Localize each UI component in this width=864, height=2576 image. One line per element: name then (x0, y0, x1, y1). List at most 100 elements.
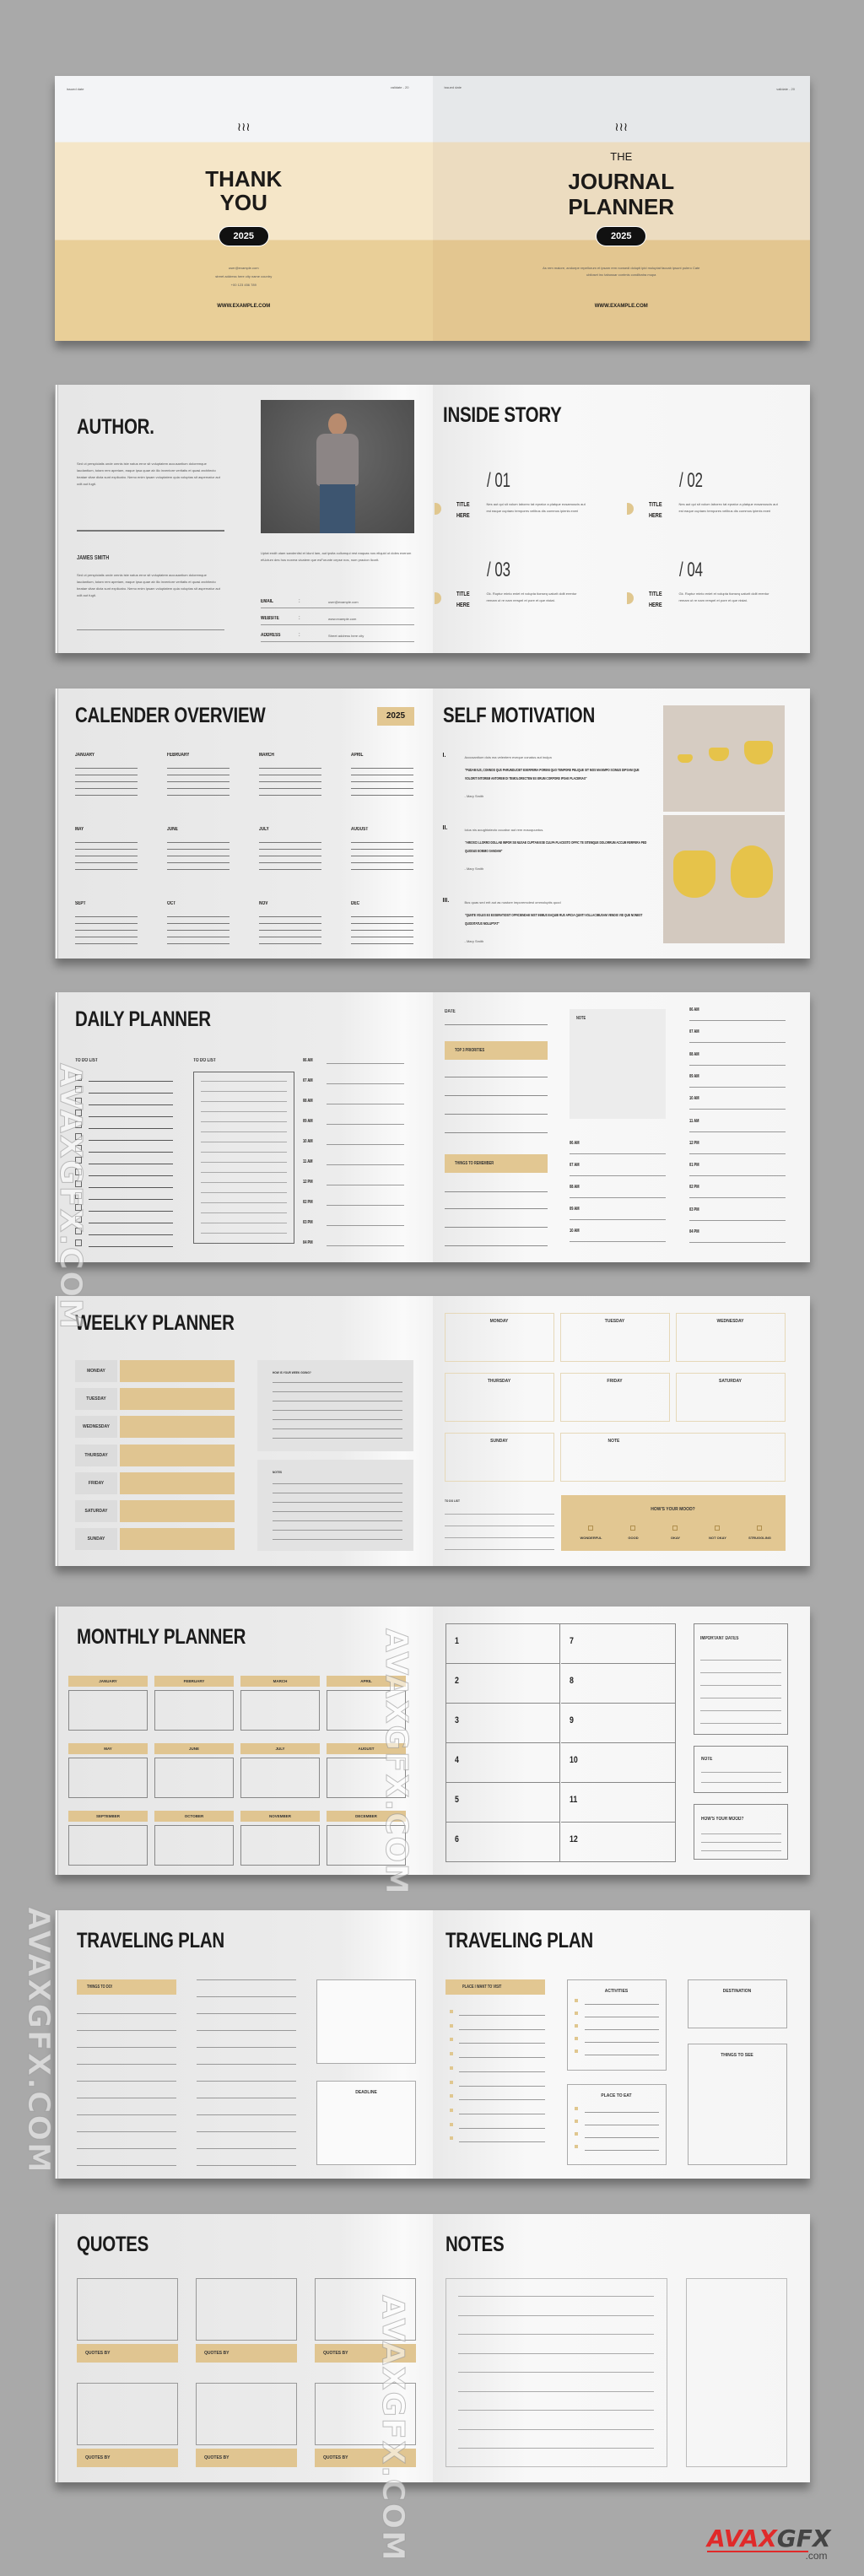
write-line[interactable] (197, 2064, 296, 2065)
day-entry-field[interactable] (120, 1416, 235, 1439)
write-line[interactable] (458, 2057, 545, 2059)
day-number-cell[interactable]: 8 (560, 1664, 676, 1704)
month-box[interactable] (68, 1825, 148, 1866)
avaxgfx-logo[interactable]: AVAXGFX .com (707, 2525, 831, 2562)
write-line[interactable] (273, 1511, 402, 1512)
quote-box[interactable] (196, 2278, 297, 2341)
day-number-cell[interactable]: 4 (446, 1743, 560, 1783)
write-line[interactable] (197, 2148, 296, 2149)
write-line[interactable] (273, 1483, 402, 1484)
write-line[interactable] (273, 1438, 402, 1439)
month-line[interactable] (75, 849, 138, 850)
todo-line[interactable] (89, 1093, 173, 1094)
write-line[interactable] (457, 2352, 654, 2354)
day-entry-field[interactable] (120, 1500, 235, 1522)
write-line[interactable] (77, 2047, 176, 2048)
write-line[interactable] (457, 2334, 654, 2335)
todo-line[interactable] (89, 1211, 173, 1212)
month-line[interactable] (351, 930, 413, 931)
write-line[interactable] (699, 1710, 781, 1711)
write-line[interactable] (197, 2165, 296, 2166)
write-line[interactable] (273, 1391, 402, 1392)
month-line[interactable] (75, 923, 138, 924)
month-line[interactable] (167, 768, 230, 769)
remember-line[interactable] (444, 1245, 548, 1246)
schedule-line[interactable] (569, 1175, 666, 1176)
todo-line[interactable] (201, 1081, 287, 1082)
month-box[interactable] (68, 1690, 148, 1731)
month-line[interactable] (75, 788, 138, 789)
write-line[interactable] (273, 1520, 402, 1521)
month-line[interactable] (75, 916, 138, 917)
todo-line[interactable] (201, 1162, 287, 1163)
write-line[interactable] (197, 2013, 296, 2014)
todo-line[interactable] (201, 1131, 287, 1132)
month-line[interactable] (167, 849, 230, 850)
things-to-see-box[interactable]: THINGS TO SEE (687, 2044, 787, 2165)
write-line[interactable] (457, 2448, 654, 2449)
schedule-line[interactable] (688, 1175, 786, 1177)
month-line[interactable] (167, 943, 230, 944)
write-line[interactable] (584, 2137, 659, 2138)
day-number-cell[interactable]: 10 (560, 1743, 676, 1783)
month-line[interactable] (75, 943, 138, 944)
month-line[interactable] (259, 842, 321, 843)
write-line[interactable] (458, 2127, 545, 2129)
write-line[interactable] (457, 2428, 654, 2430)
schedule-line[interactable] (327, 1205, 404, 1206)
month-line[interactable] (167, 795, 230, 796)
todo-line[interactable] (89, 1199, 173, 1200)
contact-divider[interactable] (261, 624, 414, 625)
schedule-line[interactable] (569, 1197, 666, 1198)
day-number-cell[interactable]: 12 (561, 1823, 676, 1862)
week-day-box[interactable]: NOTE (559, 1433, 786, 1482)
month-line[interactable] (167, 788, 230, 789)
todo-line[interactable] (201, 1121, 287, 1122)
month-line[interactable] (167, 869, 230, 870)
month-box[interactable] (154, 1825, 234, 1866)
write-line[interactable] (197, 1979, 296, 1980)
month-line[interactable] (351, 842, 413, 843)
month-line[interactable] (167, 862, 230, 863)
write-line[interactable] (457, 2372, 654, 2373)
schedule-line[interactable] (327, 1144, 404, 1145)
write-line[interactable] (273, 1539, 402, 1540)
todo-line[interactable] (89, 1187, 173, 1188)
write-line[interactable] (273, 1410, 402, 1411)
todo-line[interactable] (201, 1233, 287, 1234)
write-line[interactable] (197, 1996, 296, 1997)
todo-line[interactable] (89, 1175, 173, 1176)
write-line[interactable] (458, 2071, 545, 2072)
month-line[interactable] (351, 788, 413, 789)
todo-line[interactable] (201, 1091, 287, 1092)
contact-divider[interactable] (261, 641, 414, 642)
notes-lined-box[interactable] (445, 2278, 667, 2467)
mood-checkbox[interactable] (756, 1526, 762, 1531)
day-entry-field[interactable] (120, 1444, 235, 1466)
month-line[interactable] (75, 869, 138, 870)
day-entry-field[interactable] (120, 1472, 235, 1494)
write-line[interactable] (458, 2085, 545, 2087)
priority-line[interactable] (444, 1095, 548, 1096)
notes-side-box[interactable] (685, 2278, 787, 2467)
schedule-line[interactable] (327, 1083, 404, 1084)
write-line[interactable] (457, 2410, 654, 2411)
write-line[interactable] (197, 2030, 296, 2031)
remember-line[interactable] (444, 1227, 548, 1228)
website-link[interactable]: WWW.EXAMPLE.COM (55, 304, 433, 309)
todo-line[interactable] (201, 1172, 287, 1173)
month-line[interactable] (259, 788, 321, 789)
day-number-cell[interactable]: 11 (560, 1783, 676, 1823)
write-line[interactable] (584, 2029, 659, 2030)
month-line[interactable] (259, 943, 321, 944)
month-line[interactable] (351, 781, 413, 782)
month-box[interactable] (154, 1690, 234, 1731)
write-line[interactable] (458, 2015, 545, 2016)
month-line[interactable] (167, 781, 230, 782)
schedule-line[interactable] (688, 1064, 786, 1066)
week-day-box[interactable]: THURSDAY (444, 1373, 554, 1422)
schedule-line[interactable] (688, 1242, 786, 1243)
month-line[interactable] (259, 795, 321, 796)
week-day-box[interactable]: WEDNESDAY (675, 1313, 786, 1362)
write-line[interactable] (458, 2141, 545, 2143)
